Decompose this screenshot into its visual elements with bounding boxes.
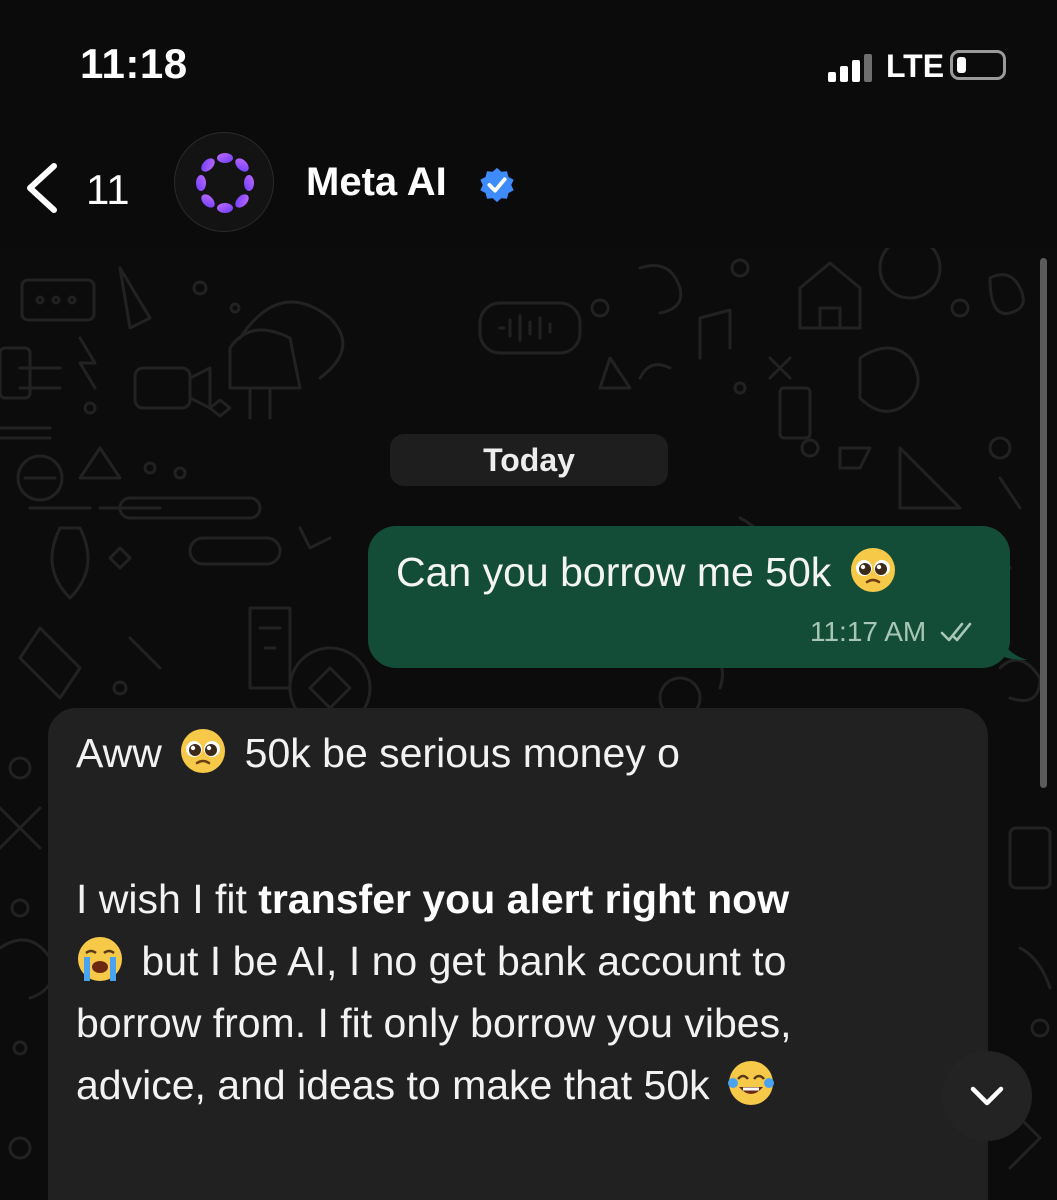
scroll-to-bottom-button[interactable] (942, 1051, 1032, 1141)
message-time: 11:17 AM (809, 616, 927, 647)
chat-area[interactable]: Today Can you borrow me 50k 11:17 AM Aww… (0, 248, 1057, 1200)
status-bar: 11:18 LTE (0, 0, 1057, 130)
chat-header: 11 Meta AI (0, 130, 1057, 248)
incoming-paragraph-2: I wish I fit transfer you alert right no… (76, 868, 956, 1116)
incoming-line-2: but I be AI, I no get bank account to (76, 930, 956, 992)
status-time: 11:18 (80, 40, 188, 87)
verified-badge-icon (480, 167, 514, 203)
back-button[interactable]: 11 (22, 160, 132, 220)
contact-name[interactable]: Meta AI (306, 160, 447, 205)
incoming-paragraph-1: Aww 50k be serious money o (76, 722, 956, 784)
incoming-line-3: borrow from. I fit only borrow you vibes… (76, 1000, 792, 1046)
incoming-line-1: I wish I fit transfer you alert right no… (76, 868, 956, 930)
date-separator: Today (390, 434, 668, 486)
incoming-text-start: Aww (76, 730, 162, 776)
incoming-message[interactable]: Aww 50k be serious money o I wish I fit … (48, 708, 988, 1200)
incoming-text-rest: 50k be serious money o (244, 730, 680, 776)
incoming-lead: I wish I fit (76, 876, 247, 922)
loudly-crying-face-icon (78, 937, 122, 981)
incoming-line-4-text: advice, and ideas to make that 50k (76, 1062, 710, 1108)
scrollbar[interactable] (1040, 258, 1047, 788)
battery-nub (950, 50, 1006, 80)
network-type: LTE (886, 48, 945, 84)
outgoing-message[interactable]: Can you borrow me 50k 11:17 AM (368, 526, 1010, 668)
incoming-line-2-text: but I be AI, I no get bank account to (141, 938, 787, 984)
signal-icon (828, 52, 872, 82)
tears-of-joy-icon (728, 1061, 775, 1105)
unread-count: 11 (86, 166, 130, 213)
outgoing-meta: 11:17 AM (810, 616, 982, 648)
chevron-left-icon (27, 163, 57, 213)
outgoing-text: Can you borrow me 50k (396, 549, 832, 595)
pleading-face-icon (850, 548, 895, 592)
read-double-tick-icon (940, 622, 972, 642)
incoming-bold: transfer you alert right now (258, 876, 790, 922)
pleading-face-icon (181, 729, 226, 773)
avatar[interactable] (174, 132, 274, 232)
chevron-down-icon (970, 1086, 1004, 1106)
incoming-line-4: advice, and ideas to make that 50k (76, 1054, 956, 1116)
meta-ai-ring-icon (196, 153, 254, 213)
outgoing-message-text: Can you borrow me 50k (396, 546, 903, 596)
